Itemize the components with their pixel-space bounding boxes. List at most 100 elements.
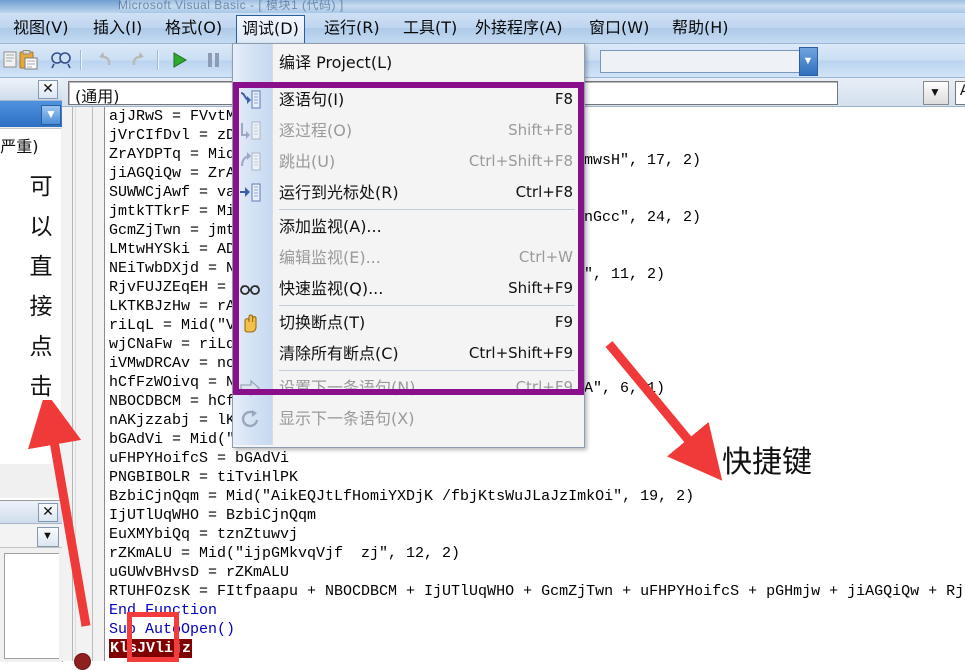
menu-item-label: 切换断点(T) bbox=[279, 313, 366, 332]
vertical-note-char-2: 直 bbox=[29, 254, 53, 280]
code-line: GcmZjTwn = jmt bbox=[109, 222, 236, 239]
gutter-lane-3 bbox=[92, 107, 93, 661]
code-line: BzbiCjnQqm = Mid("AikEQJtLfHomiYXDjK /fb… bbox=[109, 488, 695, 505]
close-icon[interactable]: ✕ bbox=[38, 503, 58, 522]
left-dock-panel-lower: ✕ ▼ bbox=[0, 500, 63, 662]
quick-watch-icon bbox=[239, 278, 261, 299]
chevron-down-icon: ▼ bbox=[45, 107, 57, 121]
vertical-note-char-3: 接 bbox=[29, 294, 53, 320]
menu-item-quick-watch[interactable]: 快速监视(Q)... Shift+F9 bbox=[240, 273, 583, 304]
find-icon[interactable] bbox=[50, 49, 72, 71]
toolbar-separator-2 bbox=[157, 50, 158, 70]
menu-insert[interactable]: 插入(I) bbox=[88, 16, 147, 40]
code-line: IjUTlUqWHO = BzbiCjnQqm bbox=[109, 507, 317, 524]
menu-item-step-out[interactable]: 跳出(U) Ctrl+Shift+F8 bbox=[241, 146, 583, 177]
menu-item-label: 设置下一条语句(N) bbox=[279, 378, 416, 397]
step-out-icon bbox=[239, 151, 261, 172]
left-panel-lower-combo[interactable]: ▼ bbox=[0, 525, 62, 548]
gutter-lane-1 bbox=[72, 107, 73, 661]
menu-item-accel: Ctrl+Shift+F9 bbox=[468, 344, 573, 362]
menu-item-label: 运行到光标处(R) bbox=[279, 183, 399, 202]
menu-run[interactable]: 运行(R) bbox=[319, 16, 385, 40]
code-line: LKTKBJzHw = rA bbox=[109, 298, 236, 315]
pause-icon[interactable] bbox=[202, 49, 224, 71]
code-line: NEiTwbDXjd = N bbox=[109, 260, 236, 277]
window-title-bar: Microsoft Visual Basic - [ 模块1 (代码) ] bbox=[0, 0, 965, 13]
left-panel-lower-dropdown-icon[interactable]: ▼ bbox=[37, 527, 59, 547]
menu-item-accel: F8 bbox=[554, 90, 573, 108]
menu-tools[interactable]: 工具(T) bbox=[398, 16, 462, 40]
undo-icon[interactable] bbox=[93, 49, 115, 71]
menu-item-label: 编译 Project(L) bbox=[279, 53, 393, 72]
menu-window[interactable]: 窗口(W) bbox=[584, 16, 654, 40]
menu-item-accel: Shift+F9 bbox=[508, 279, 573, 297]
menu-separator bbox=[279, 209, 575, 210]
menu-item-accel: Ctrl+F9 bbox=[515, 378, 573, 396]
code-line: ajJRwS = FVvtM bbox=[109, 108, 236, 125]
left-panel-selected-row[interactable]: ▼ bbox=[0, 101, 62, 127]
menu-separator bbox=[279, 305, 575, 306]
code-line: EuXMYbiQq = tznZtuwvj bbox=[109, 526, 299, 543]
step-into-icon bbox=[239, 89, 261, 110]
left-panel-title-bar: ✕ bbox=[0, 78, 62, 101]
vertical-note-char-5: 击 bbox=[29, 374, 53, 400]
code-line: RTUHFOzsK = FItfpaapu + NBOCDBCM + IjUTl… bbox=[109, 583, 965, 600]
code-line: uGUWvBHvsD = rZKmALU bbox=[109, 564, 290, 581]
left-panel-dropdown-icon[interactable]: ▼ bbox=[41, 105, 61, 125]
toolbar-combo[interactable] bbox=[600, 50, 817, 73]
menu-item-show-next-statement[interactable]: 显示下一条语句(X) bbox=[241, 403, 583, 434]
code-line: ZrAYDPTq = Mid bbox=[109, 146, 236, 163]
left-dock-panel: ✕ ▼ (严重) 可 以 直 接 点 击 bbox=[0, 78, 63, 498]
menu-view[interactable]: 视图(V) bbox=[8, 16, 73, 40]
menu-addins[interactable]: 外接程序(A) bbox=[470, 16, 567, 40]
vertical-note-char-0: 可 bbox=[29, 174, 53, 200]
left-panel-body: (严重) 可 以 直 接 点 击 bbox=[0, 128, 61, 464]
window-title: Microsoft Visual Basic - [ 模块1 (代码) ] bbox=[118, 0, 344, 12]
menu-separator bbox=[279, 370, 575, 371]
editor-gutter[interactable] bbox=[62, 107, 105, 670]
menu-item-compile-project[interactable]: 编译 Project(L) bbox=[272, 47, 583, 78]
paste-icon[interactable] bbox=[18, 49, 40, 71]
left-panel-lower-title-bar: ✕ bbox=[0, 501, 62, 524]
menu-item-run-to-cursor[interactable]: 运行到光标处(R) Ctrl+F8 bbox=[240, 177, 583, 208]
menu-item-add-watch[interactable]: 添加监视(A)... bbox=[272, 211, 583, 242]
menu-item-toggle-breakpoint[interactable]: 切换断点(T) F9 bbox=[244, 307, 583, 338]
menu-item-step-over[interactable]: 逐过程(O) Shift+F8 bbox=[241, 115, 583, 146]
menu-format[interactable]: 格式(O) bbox=[160, 16, 227, 40]
code-fragment: nGcc", 24, 2) bbox=[584, 209, 702, 226]
code-fragment: ", 11, 2) bbox=[584, 266, 666, 283]
code-line: bGAdVi = Mid(" bbox=[109, 431, 236, 448]
object-combo-dropdown-icon[interactable]: ▼ bbox=[923, 81, 949, 105]
show-next-statement-icon bbox=[239, 408, 261, 429]
menu-item-accel: Shift+F8 bbox=[508, 121, 573, 139]
menu-item-accel: Ctrl+F8 bbox=[515, 183, 573, 201]
menu-help[interactable]: 帮助(H) bbox=[667, 16, 734, 40]
gutter-lane-2 bbox=[75, 107, 76, 661]
vertical-annotation-note: 可 以 直 接 点 击 bbox=[26, 167, 56, 407]
run-to-cursor-icon bbox=[239, 182, 261, 203]
object-combo-value: (通用) bbox=[75, 87, 120, 106]
run-icon[interactable] bbox=[168, 49, 190, 71]
menu-debug[interactable]: 调试(D) bbox=[236, 15, 305, 44]
procedure-combo-value: AutoOpen bbox=[960, 82, 965, 100]
code-fragment: mwsH", 17, 2) bbox=[584, 152, 702, 169]
chevron-down-icon: ▼ bbox=[42, 530, 53, 542]
menu-item-label: 跳出(U) bbox=[279, 152, 336, 171]
code-line: uFHPYHoifcS = bGAdVi bbox=[109, 450, 290, 467]
close-icon[interactable]: ✕ bbox=[38, 80, 58, 99]
code-line: iVMwDRCAv = no bbox=[109, 355, 236, 372]
redo-icon[interactable] bbox=[128, 49, 150, 71]
code-line: jmtkTTkrF = Mi bbox=[109, 203, 236, 220]
code-line: RjvFUJZEqEH = bbox=[109, 279, 236, 296]
toolbar-combo-dropdown-icon[interactable]: ▼ bbox=[799, 47, 818, 76]
menu-item-edit-watch[interactable]: 编辑监视(E)... Ctrl+W bbox=[272, 242, 583, 273]
procedure-combo[interactable]: AutoOpen bbox=[955, 81, 965, 105]
menu-bar: 视图(V) 插入(I) 格式(O) 调试(D) 运行(R) 工具(T) 外接程序… bbox=[0, 13, 965, 44]
set-next-statement-icon bbox=[239, 377, 261, 398]
menu-item-accel: Ctrl+Shift+F8 bbox=[468, 152, 573, 170]
menu-item-accel: Ctrl+W bbox=[518, 248, 573, 266]
menu-item-set-next-statement[interactable]: 设置下一条语句(N) Ctrl+F9 bbox=[240, 372, 583, 403]
breakpoint-dot-icon[interactable] bbox=[74, 653, 91, 670]
menu-item-step-into[interactable]: 逐语句(I) F8 bbox=[240, 84, 583, 115]
menu-item-clear-all-breakpoints[interactable]: 清除所有断点(C) Ctrl+Shift+F9 bbox=[272, 338, 583, 369]
